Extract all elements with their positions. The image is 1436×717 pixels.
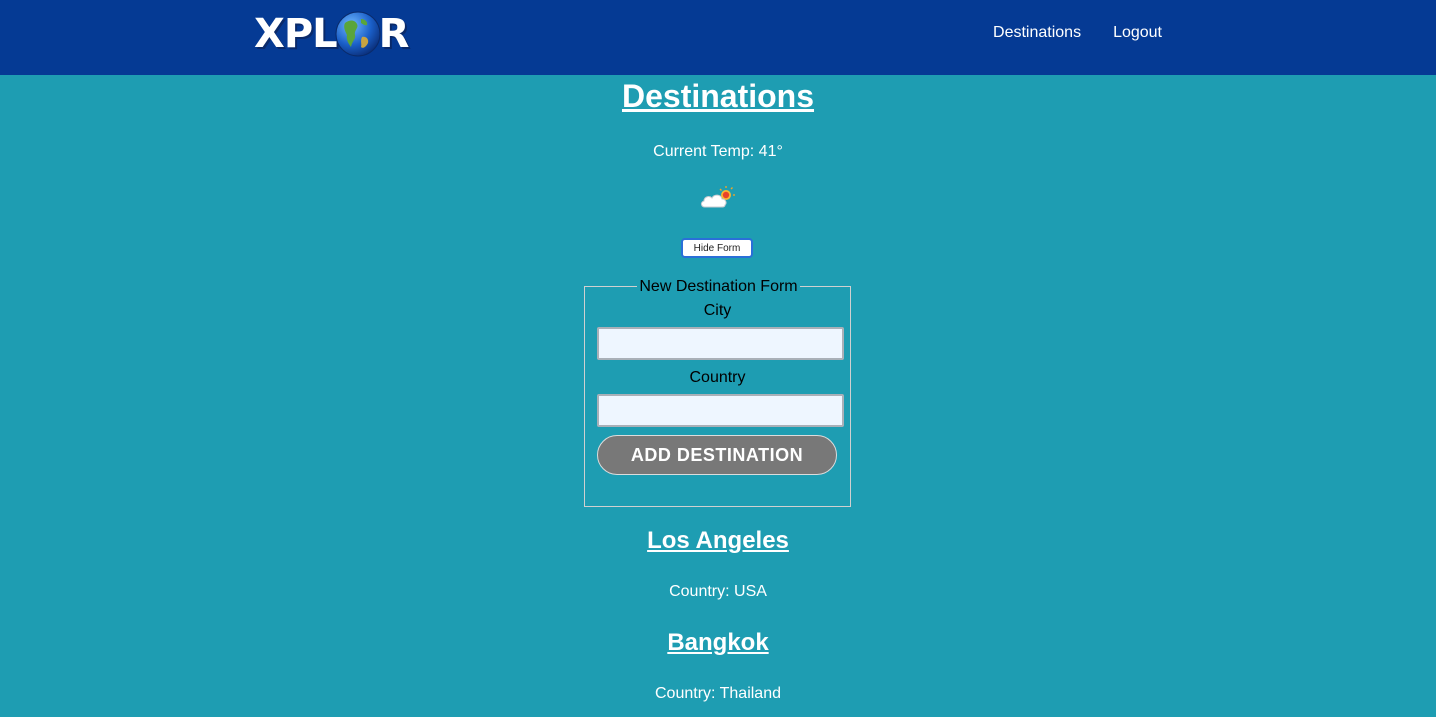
logo-text-left: XPL [254, 11, 338, 57]
hide-form-button[interactable]: Hide Form [681, 238, 753, 258]
new-destination-form: New Destination Form City Country ADD DE… [584, 278, 851, 507]
form-legend: New Destination Form [585, 277, 852, 297]
destination-country-los-angeles: Country: USA [669, 583, 767, 600]
city-input[interactable] [597, 327, 844, 360]
destination-city-bangkok[interactable]: Bangkok [0, 628, 1436, 658]
nav-link-logout[interactable]: Logout [1113, 24, 1162, 42]
cloud-sun-icon [701, 186, 735, 208]
destination-city-los-angeles[interactable]: Los Angeles [0, 526, 1436, 556]
xplor-logo[interactable]: XPL R [254, 8, 410, 60]
logo-text-right: R [378, 11, 410, 57]
destination-country-bangkok: Country: Thailand [655, 685, 781, 702]
nav-link-destinations[interactable]: Destinations [993, 24, 1081, 42]
navbar: XPL R Destinations Logout [0, 0, 1436, 75]
city-label: City [703, 302, 732, 319]
current-temp: Current Temp: 41° [653, 143, 783, 160]
country-label: Country [689, 369, 746, 386]
form-legend-text: New Destination Form [637, 278, 800, 295]
globe-icon [335, 11, 381, 57]
country-input[interactable] [597, 394, 844, 427]
nav-links: Destinations Logout [993, 24, 1162, 42]
page-title: Destinations [621, 78, 815, 114]
add-destination-button[interactable]: ADD DESTINATION [597, 435, 837, 475]
